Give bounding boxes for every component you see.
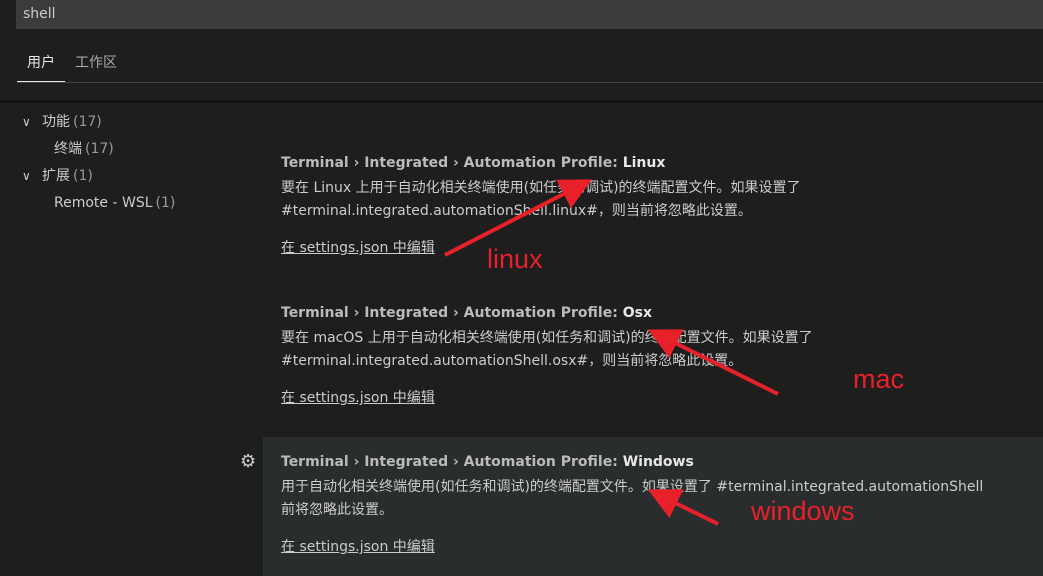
arrow-windows <box>647 489 719 526</box>
annotation-windows: windows <box>751 496 855 526</box>
arrow-mac <box>647 329 779 396</box>
annotation-mac: mac <box>853 364 905 394</box>
annotation-arrows <box>444 179 779 526</box>
annotation-linux: linux <box>487 244 543 274</box>
